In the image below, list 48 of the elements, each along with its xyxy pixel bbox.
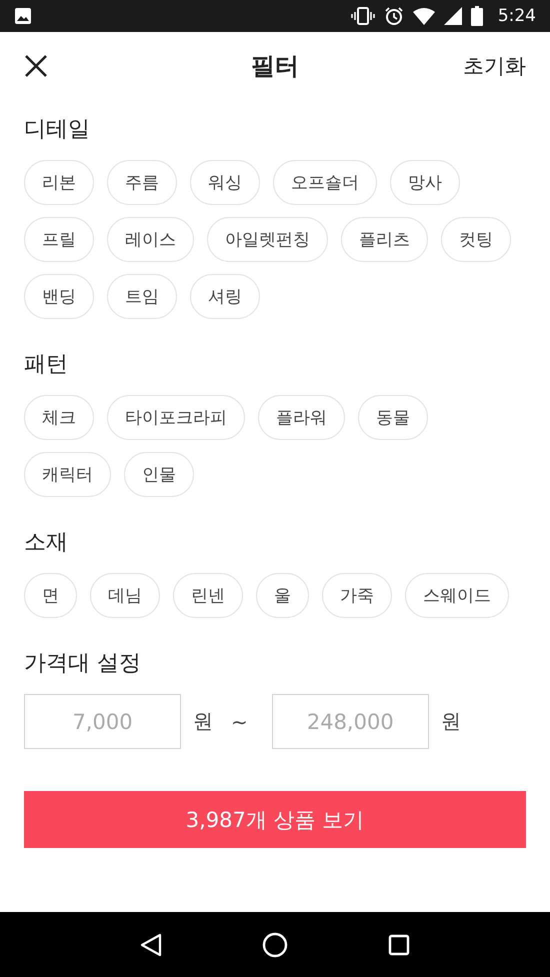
close-icon	[24, 54, 48, 78]
filter-chip[interactable]: 리본	[24, 160, 94, 205]
filter-chip[interactable]: 셔링	[190, 274, 260, 319]
filter-chip[interactable]: 린넨	[173, 573, 243, 618]
filter-chip[interactable]: 인물	[124, 452, 194, 497]
section-title: 패턴	[24, 351, 69, 379]
filter-chip[interactable]: 데님	[90, 573, 160, 618]
filter-chip[interactable]: 레이스	[107, 217, 194, 262]
section-title: 소재	[24, 529, 69, 557]
recents-icon[interactable]	[388, 934, 410, 956]
filter-chip[interactable]: 컷팅	[441, 217, 511, 262]
filter-chip[interactable]: 플라워	[258, 395, 345, 440]
filter-chip[interactable]: 가죽	[322, 573, 392, 618]
filter-chip[interactable]: 워싱	[190, 160, 260, 205]
max-price-field[interactable]: 248,000	[272, 694, 429, 749]
image-icon	[14, 7, 32, 25]
close-button[interactable]	[24, 54, 48, 78]
wifi-icon	[412, 7, 435, 25]
filter-chip[interactable]: 체크	[24, 395, 94, 440]
back-icon[interactable]	[140, 932, 162, 956]
section-title: 디테일	[24, 116, 91, 144]
section-title: 가격대 설정	[24, 650, 142, 678]
min-price-field[interactable]: 7,000	[24, 694, 181, 749]
filter-chip[interactable]: 캐릭터	[24, 452, 111, 497]
alarm-icon	[384, 6, 404, 26]
filter-chip[interactable]: 타이포크라피	[107, 395, 245, 440]
filter-chip[interactable]: 아일렛펀칭	[207, 217, 328, 262]
currency-unit: 원	[440, 708, 461, 735]
reset-button[interactable]: 초기화	[463, 52, 526, 80]
vibrate-icon	[350, 7, 375, 25]
filter-chip[interactable]: 면	[24, 573, 77, 618]
signal-icon	[444, 7, 462, 25]
screen-title: 필터	[251, 51, 299, 82]
currency-unit: 원	[193, 708, 213, 735]
home-icon[interactable]	[262, 932, 288, 958]
filter-chip[interactable]: 주름	[107, 160, 177, 205]
battery-icon	[470, 6, 483, 26]
filter-chip[interactable]: 동물	[358, 395, 428, 440]
filter-chip[interactable]: 플리츠	[341, 217, 428, 262]
filter-chip[interactable]: 트임	[107, 274, 177, 319]
range-separator: ~	[231, 710, 248, 734]
filter-chip[interactable]: 망사	[390, 160, 460, 205]
filter-chip[interactable]: 오프숄더	[273, 160, 377, 205]
filter-chip[interactable]: 프릴	[24, 217, 94, 262]
filter-chip[interactable]: 스웨이드	[405, 573, 509, 618]
filter-chip[interactable]: 밴딩	[24, 274, 94, 319]
clock-time: 5:24	[498, 6, 536, 26]
filter-chip[interactable]: 울	[256, 573, 309, 618]
